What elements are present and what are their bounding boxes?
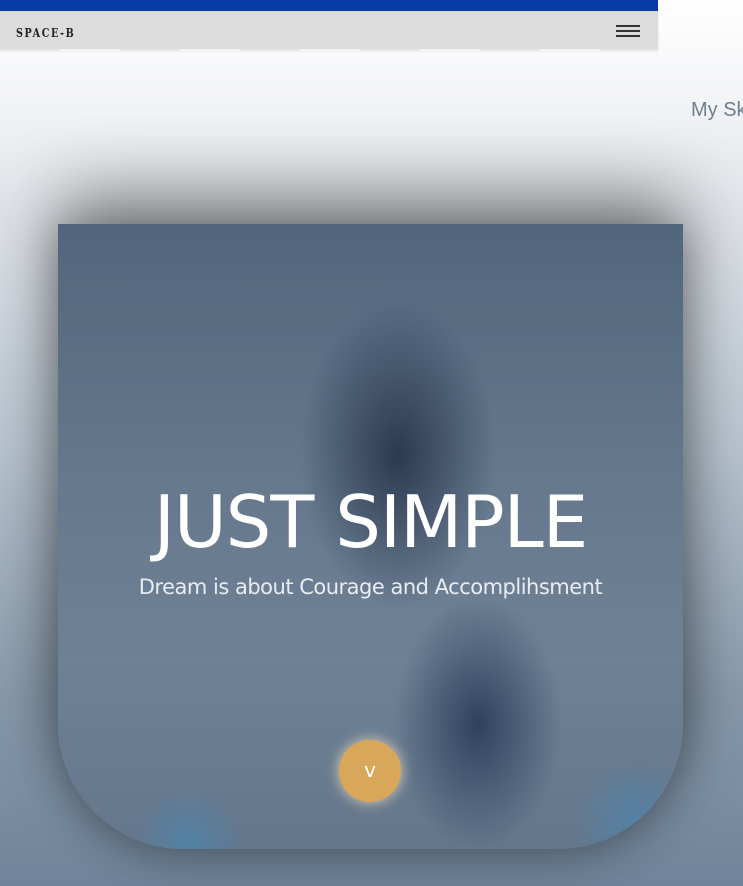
scroll-down-button[interactable]: v	[339, 740, 401, 802]
top-accent-bar	[0, 0, 658, 11]
hamburger-menu-icon[interactable]	[616, 25, 640, 37]
hero-subtitle: Dream is about Courage and Accomplihsmen…	[138, 575, 603, 599]
hamburger-line	[616, 35, 640, 37]
hero-card: JUST SIMPLE Dream is about Courage and A…	[58, 224, 683, 849]
navbar: SPACE-B	[0, 11, 658, 49]
brand-logo[interactable]: SPACE-B	[16, 26, 75, 40]
nav-divider	[0, 49, 658, 51]
hamburger-line	[616, 30, 640, 32]
hamburger-line	[616, 25, 640, 27]
hero-title: JUST SIMPLE	[153, 480, 589, 564]
offscreen-section-heading: My Sk	[691, 99, 743, 121]
